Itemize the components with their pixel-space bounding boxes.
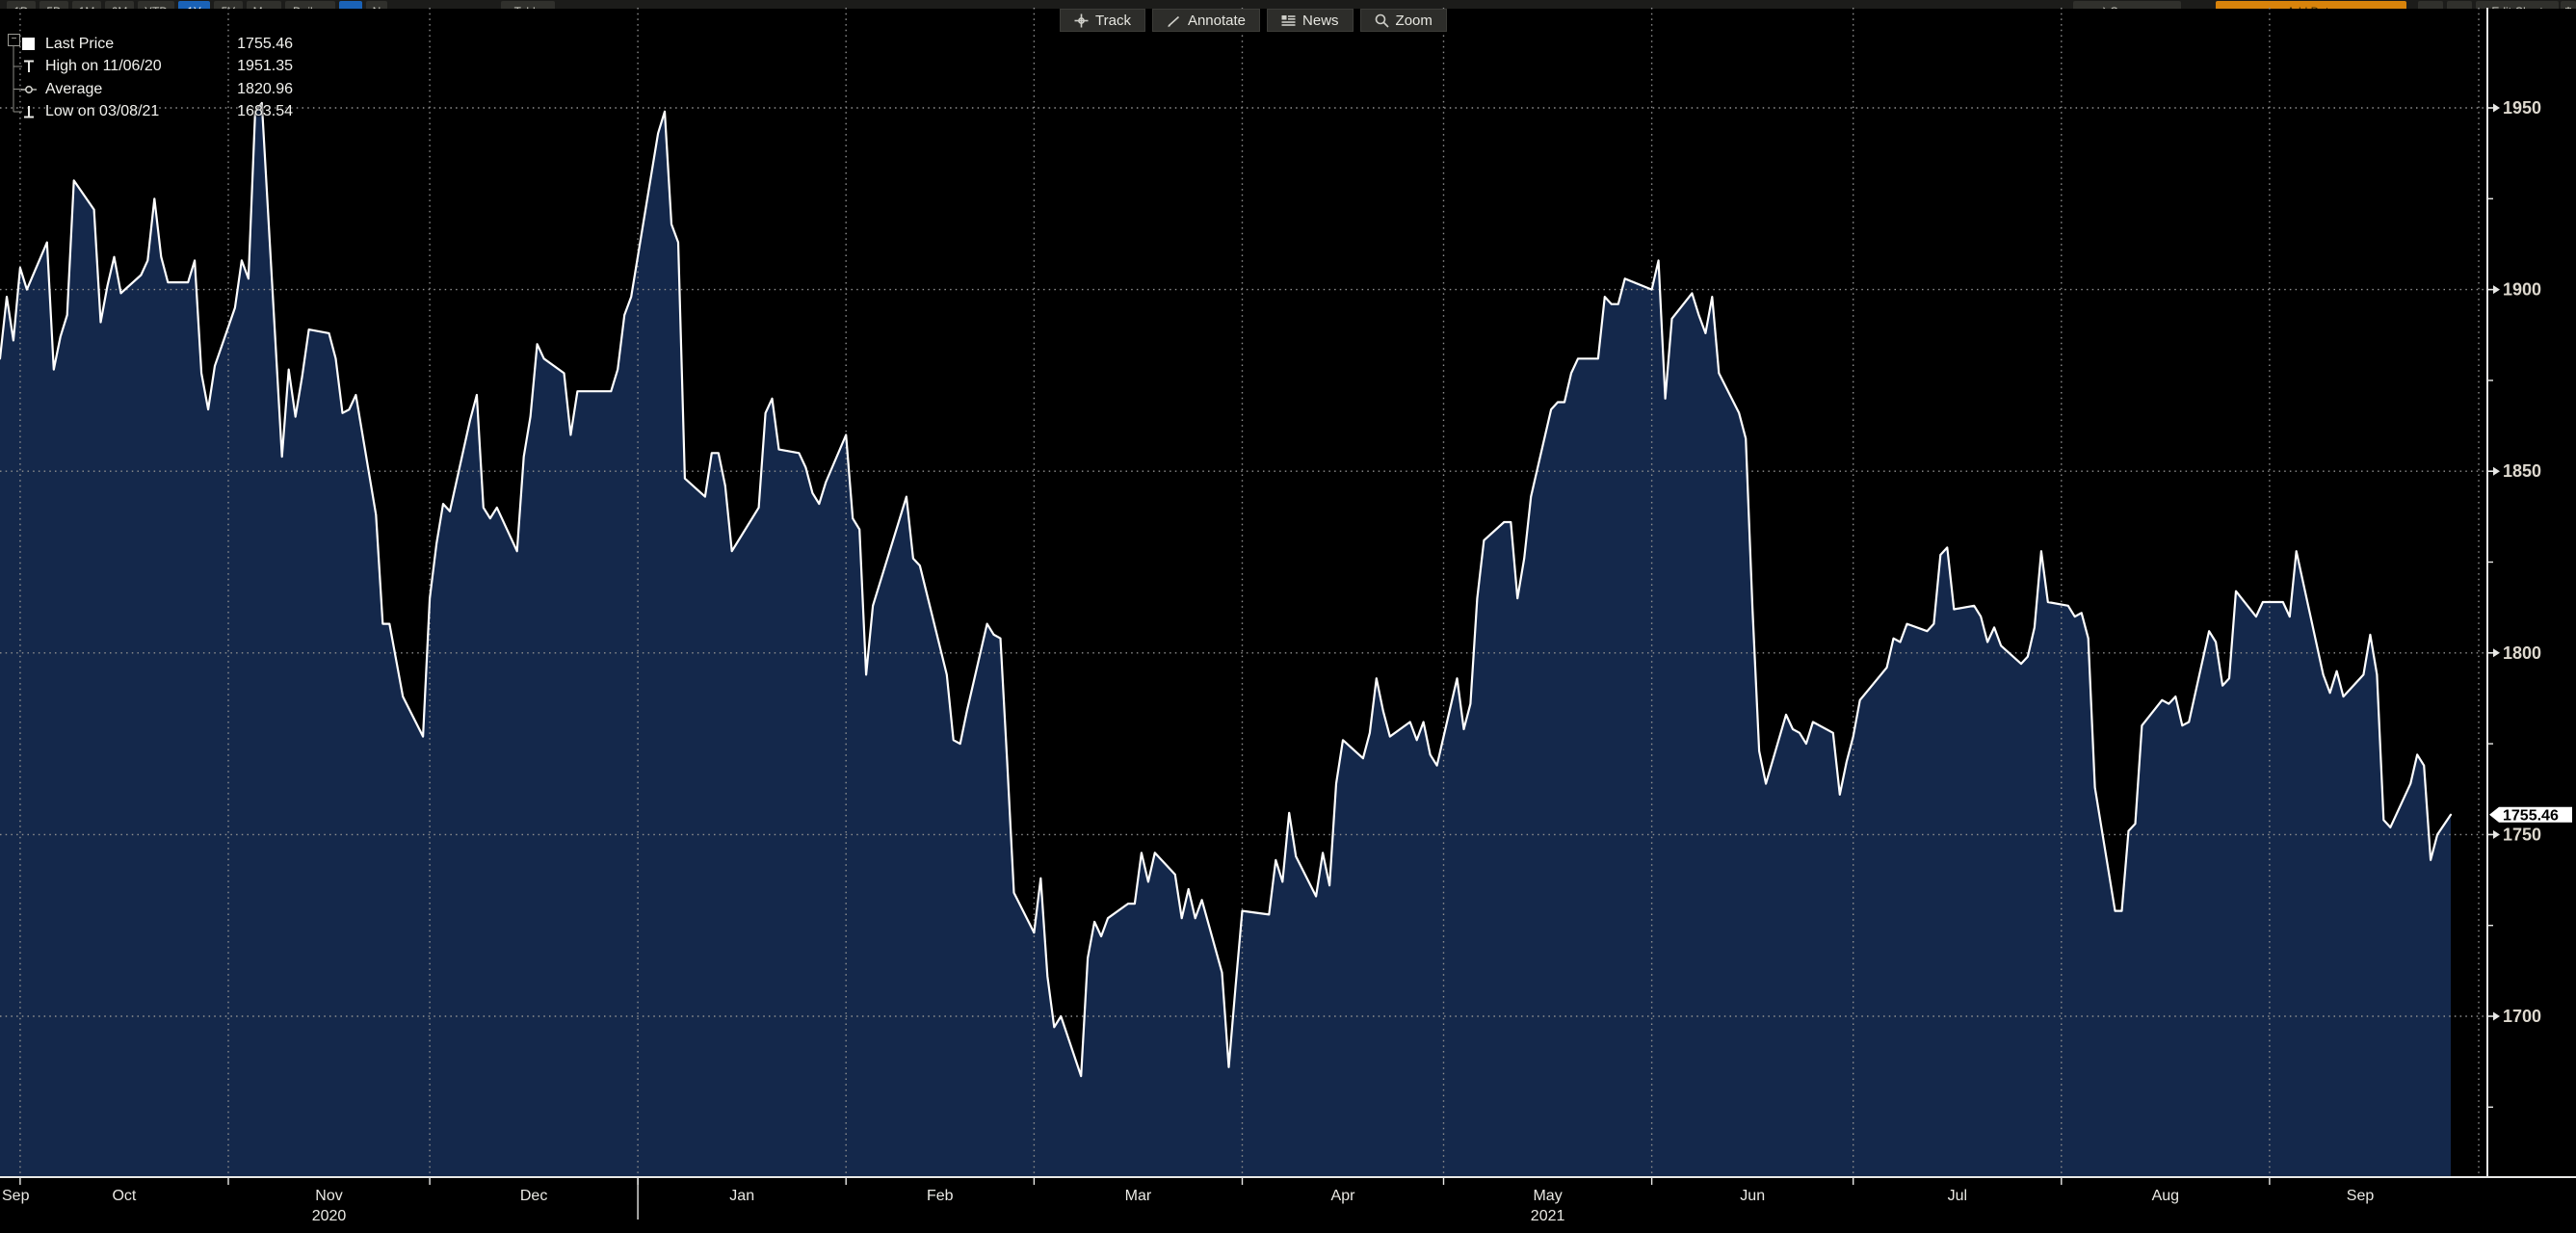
x-axis-month-label: Oct	[112, 1188, 136, 1204]
track-crosshair-icon	[1074, 13, 1089, 28]
x-axis-year-label: 2020	[312, 1208, 347, 1224]
y-axis-tick-arrow-icon	[2493, 104, 2500, 113]
x-axis-month-label: Sep	[2, 1188, 30, 1204]
legend-label: High on 11/06/20	[45, 58, 162, 75]
x-axis-month-label: Aug	[2152, 1188, 2179, 1204]
track-button[interactable]: Track	[1060, 9, 1145, 32]
legend-row-last-price[interactable]: Last Price 1755.46	[0, 33, 297, 55]
news-button[interactable]: News	[1267, 9, 1354, 32]
track-button-label: Track	[1095, 13, 1131, 29]
y-axis-tick-arrow-icon	[2493, 285, 2500, 294]
x-axis-month-label: Mar	[1125, 1188, 1152, 1204]
zoom-button-label: Zoom	[1396, 13, 1433, 29]
y-axis-label: 1800	[2503, 643, 2541, 663]
x-axis-month-label: Jan	[729, 1188, 754, 1204]
chart-action-toolbar: Track Annotate News Zoom	[1060, 9, 1447, 32]
y-axis-label: 1950	[2503, 98, 2541, 118]
annotate-button-label: Annotate	[1188, 13, 1246, 29]
x-axis-month-label: Sep	[2347, 1188, 2375, 1204]
legend-label: Last Price	[45, 36, 114, 53]
y-axis-label: 1750	[2503, 825, 2541, 844]
chart-legend: − Last Price1755.46High on 11/06/201951.…	[0, 27, 297, 119]
legend-row-low-on-03-08-21[interactable]: Low on 03/08/21 1683.54	[0, 101, 297, 123]
y-axis: 1950 1900 1850 1800 1750 1700	[2487, 98, 2541, 1107]
x-axis-month-label: Apr	[1331, 1188, 1356, 1204]
legend-label: Average	[45, 81, 102, 98]
x-axis-month-label: Nov	[315, 1188, 342, 1204]
bloomberg-chart-window: { "top_toolbar": { "left_segments": [ {"…	[0, 0, 2576, 1233]
news-lines-icon	[1281, 14, 1296, 27]
legend-label: Low on 03/08/21	[45, 103, 159, 120]
legend-row-average[interactable]: Average 1820.96	[0, 78, 297, 100]
x-axis-month-label: May	[1533, 1188, 1562, 1204]
x-axis-month-label: Dec	[520, 1188, 547, 1204]
x-axis-month-label: Jun	[1740, 1188, 1765, 1204]
legend-value: 1683.54	[237, 103, 293, 120]
news-button-label: News	[1302, 13, 1339, 29]
low-marker-icon	[21, 104, 37, 119]
legend-value: 1755.46	[237, 36, 293, 53]
y-axis-tick-arrow-icon	[2493, 1012, 2500, 1021]
last-price-tag: 1755.46	[2489, 807, 2572, 825]
legend-value: 1820.96	[237, 81, 293, 98]
y-axis-label: 1850	[2503, 461, 2541, 481]
last-price-tag-value: 1755.46	[2503, 807, 2559, 824]
x-axis: Sep Oct Nov Dec Jan Feb Mar Apr May Jun Jul Aug Sep 2…	[2, 1177, 2374, 1224]
legend-value: 1951.35	[237, 58, 293, 75]
y-axis-tick-arrow-icon	[2493, 830, 2500, 839]
x-axis-month-label: Feb	[927, 1188, 954, 1204]
x-axis-year-label: 2021	[1531, 1208, 1565, 1224]
y-axis-label: 1700	[2503, 1007, 2541, 1026]
y-axis-tick-arrow-icon	[2493, 467, 2500, 476]
annotate-button[interactable]: Annotate	[1152, 9, 1260, 32]
annotate-pencil-icon	[1167, 13, 1181, 28]
legend-row-high-on-11-06-20[interactable]: High on 11/06/20 1951.35	[0, 56, 297, 78]
zoom-magnifier-icon	[1375, 13, 1389, 28]
zoom-button[interactable]: Zoom	[1360, 9, 1447, 32]
price-chart[interactable]: 1950 1900 1850 1800 1750 1700 Sep Oct Nov Dec Jan F…	[0, 0, 2576, 1233]
y-axis-label: 1900	[2503, 280, 2541, 300]
high-marker-icon	[21, 59, 37, 74]
average-marker-icon	[21, 82, 37, 97]
x-axis-month-label: Jul	[1948, 1188, 1967, 1204]
y-axis-tick-arrow-icon	[2493, 648, 2500, 657]
last-price-swatch-icon	[21, 37, 37, 52]
